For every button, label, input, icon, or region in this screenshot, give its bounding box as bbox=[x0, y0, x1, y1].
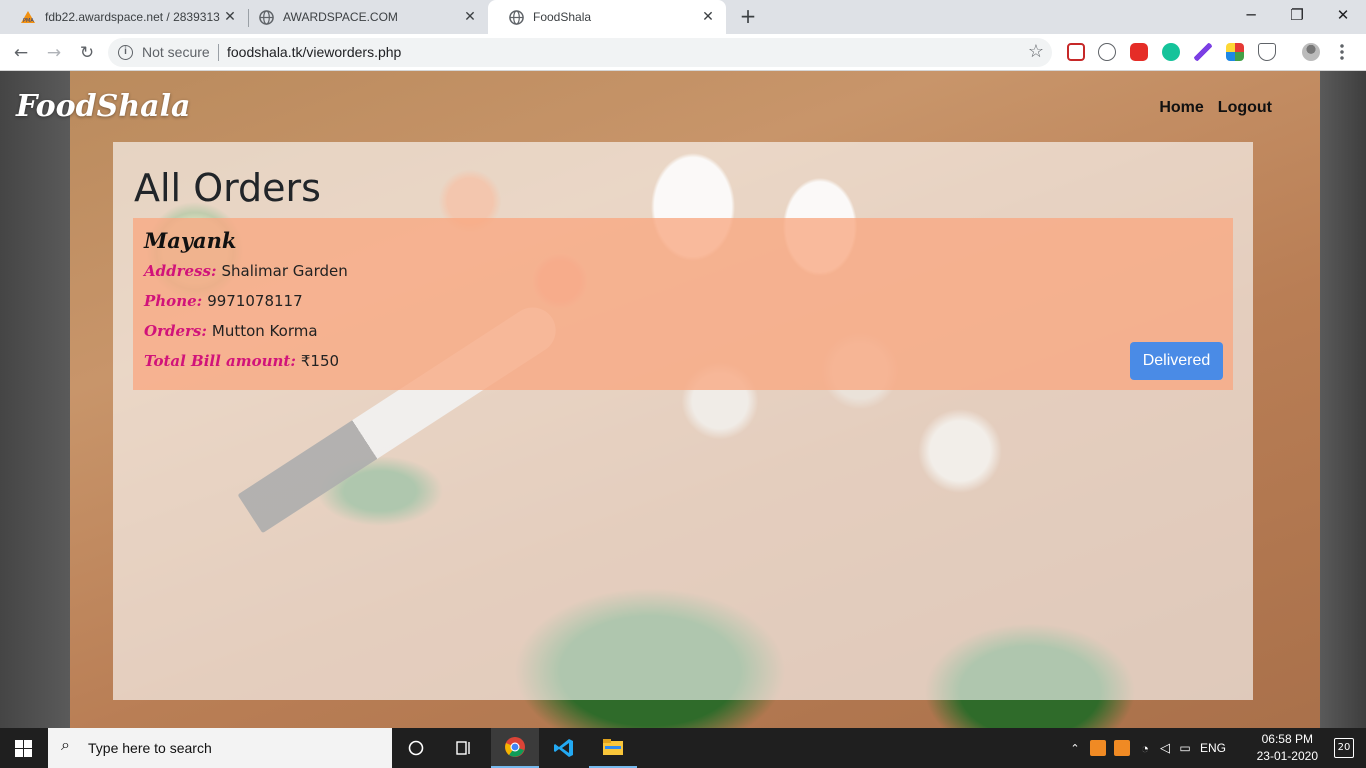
taskbar: ⌕ Type here to search ⌃ ◔ ◁ ▭ ENG 06:58 … bbox=[0, 728, 1366, 768]
battery-icon[interactable]: ▭ bbox=[1176, 741, 1194, 755]
vscode-taskbar-icon[interactable] bbox=[540, 728, 588, 768]
background-image bbox=[1320, 71, 1366, 728]
address-bar[interactable]: i Not secure foodshala.tk/vieworders.php… bbox=[108, 38, 1052, 67]
taskbar-clock[interactable]: 06:58 PM 23-01-2020 bbox=[1257, 731, 1318, 765]
extension-icon[interactable] bbox=[1098, 43, 1116, 61]
svg-text:PMA: PMA bbox=[23, 18, 34, 24]
address-row: Address: Shalimar Garden bbox=[144, 262, 348, 280]
phpmyadmin-icon: PMA bbox=[20, 9, 36, 25]
site-logo[interactable]: FoodShala bbox=[16, 89, 190, 124]
windows-start-icon[interactable] bbox=[15, 740, 32, 757]
security-status: Not secure bbox=[142, 44, 210, 60]
page-viewport: FoodShala Home Logout All Orders Mayank … bbox=[0, 71, 1366, 728]
menu-kebab-icon[interactable] bbox=[1339, 43, 1345, 61]
volume-icon[interactable]: ◁ bbox=[1156, 740, 1174, 756]
tab-title: FoodShala bbox=[533, 10, 592, 24]
system-tray: ⌃ ◔ ◁ ▭ ENG bbox=[1066, 728, 1226, 768]
tab-foodshala[interactable]: FoodShala ✕ bbox=[488, 0, 726, 34]
pocket-extension-icon[interactable] bbox=[1067, 43, 1085, 61]
omnibox-divider bbox=[218, 44, 219, 61]
bill-label: Total Bill amount: bbox=[144, 352, 296, 370]
profile-avatar[interactable] bbox=[1302, 43, 1320, 61]
orders-label: Orders: bbox=[144, 322, 207, 340]
close-window-button[interactable]: ✕ bbox=[1320, 0, 1366, 30]
url-text[interactable]: foodshala.tk/vieworders.php bbox=[227, 44, 401, 60]
globe-icon bbox=[258, 9, 274, 25]
tab-title: AWARDSPACE.COM bbox=[283, 10, 398, 24]
address-label: Address: bbox=[144, 262, 217, 280]
task-view-icon[interactable] bbox=[440, 728, 488, 768]
youtube-extension-icon[interactable] bbox=[1130, 43, 1148, 61]
back-arrow-icon[interactable]: ← bbox=[9, 41, 33, 65]
globe-icon bbox=[508, 9, 524, 25]
new-tab-button[interactable]: + bbox=[736, 5, 760, 29]
chrome-taskbar-icon[interactable] bbox=[491, 728, 539, 768]
order-card: Mayank Address: Shalimar Garden Phone: 997… bbox=[133, 218, 1233, 390]
phone-label: Phone: bbox=[144, 292, 203, 310]
orders-row: Orders: Mutton Korma bbox=[144, 322, 318, 340]
orders-panel: All Orders Mayank Address: Shalimar Garde… bbox=[113, 142, 1253, 700]
site-nav: Home Logout bbox=[1159, 99, 1272, 117]
bill-row: Total Bill amount: ₹150 bbox=[144, 352, 339, 370]
phone-row: Phone: 9971078117 bbox=[144, 292, 303, 310]
taskbar-search[interactable]: ⌕ Type here to search bbox=[48, 728, 392, 768]
delivered-button[interactable]: Delivered bbox=[1130, 342, 1223, 380]
search-placeholder: Type here to search bbox=[88, 740, 212, 756]
info-icon[interactable]: i bbox=[118, 45, 133, 60]
bookmark-star-icon[interactable]: ☆ bbox=[1028, 41, 1044, 62]
close-tab-icon[interactable]: ✕ bbox=[222, 9, 238, 25]
browser-toolbar: ← → ↻ i Not secure foodshala.tk/vieworde… bbox=[0, 34, 1366, 71]
cortana-icon[interactable] bbox=[392, 728, 440, 768]
search-icon: ⌕ bbox=[61, 737, 70, 754]
tab-title: fdb22.awardspace.net / 2839313 bbox=[45, 10, 220, 24]
language-indicator[interactable]: ENG bbox=[1200, 741, 1226, 755]
nav-home-link[interactable]: Home bbox=[1159, 99, 1203, 117]
xampp-tray-icon[interactable] bbox=[1114, 740, 1130, 756]
orders-value: Mutton Korma bbox=[211, 322, 318, 340]
shield-extension-icon[interactable] bbox=[1258, 43, 1276, 61]
pen-extension-icon[interactable] bbox=[1194, 43, 1212, 61]
grammarly-extension-icon[interactable] bbox=[1162, 43, 1180, 61]
clock-time: 06:58 PM bbox=[1261, 732, 1313, 746]
wifi-icon[interactable]: ◔ bbox=[1136, 741, 1154, 756]
customer-name: Mayank bbox=[144, 228, 237, 253]
browser-tab-strip: PMA fdb22.awardspace.net / 2839313 ✕ AWA… bbox=[0, 0, 1366, 34]
clock-date: 23-01-2020 bbox=[1256, 749, 1318, 763]
bill-value: ₹150 bbox=[300, 352, 340, 370]
tab-awardspace-db[interactable]: PMA fdb22.awardspace.net / 2839313 ✕ bbox=[0, 0, 248, 34]
notification-center-icon[interactable]: 20 bbox=[1334, 738, 1354, 758]
notification-count: 20 bbox=[1337, 742, 1351, 753]
xampp-tray-icon[interactable] bbox=[1090, 740, 1106, 756]
file-explorer-taskbar-icon[interactable] bbox=[589, 728, 637, 768]
background-image bbox=[0, 71, 70, 728]
page-title: All Orders bbox=[134, 166, 321, 210]
phone-value: 9971078117 bbox=[207, 292, 303, 310]
tab-awardspace-com[interactable]: AWARDSPACE.COM ✕ bbox=[238, 0, 488, 34]
close-tab-icon[interactable]: ✕ bbox=[462, 9, 478, 25]
address-value: Shalimar Garden bbox=[221, 262, 348, 280]
forward-arrow-icon[interactable]: → bbox=[42, 41, 66, 65]
close-tab-icon[interactable]: ✕ bbox=[700, 9, 716, 25]
nav-logout-link[interactable]: Logout bbox=[1218, 99, 1272, 117]
restore-button[interactable]: ❐ bbox=[1274, 0, 1320, 30]
reload-icon[interactable]: ↻ bbox=[75, 41, 99, 65]
minimize-button[interactable]: ─ bbox=[1228, 0, 1274, 30]
chevron-up-icon[interactable]: ⌃ bbox=[1066, 742, 1084, 755]
color-extension-icon[interactable] bbox=[1226, 43, 1244, 61]
